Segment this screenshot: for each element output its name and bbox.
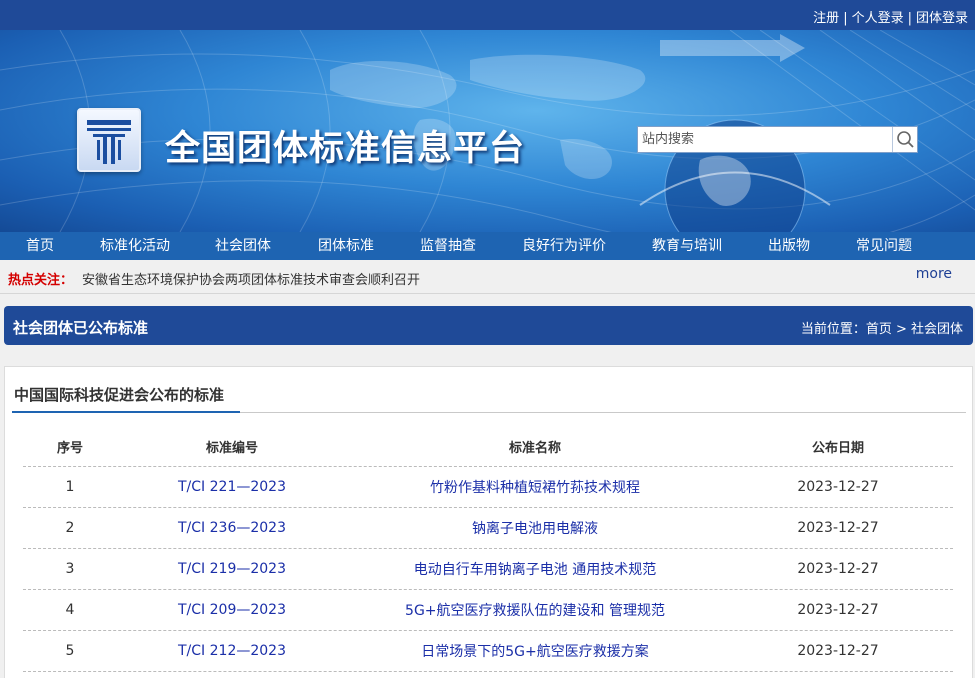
group-login-link[interactable]: 团体登录: [916, 11, 968, 26]
table-row: 4 T/CI 209—2023 5G+航空医疗救援队伍的建设和 管理规范 202…: [23, 590, 953, 631]
section-title: 社会团体已公布标准: [13, 319, 149, 337]
standard-name-link[interactable]: 电动自行车用钠离子电池 通用技术规范: [347, 549, 723, 589]
row-number: 2: [65, 520, 75, 536]
publish-date: 2023-12-27: [797, 602, 879, 618]
table-row: 1 T/CI 221—2023 竹粉作基料种植短裙竹荪技术规程 2023-12-…: [23, 467, 953, 508]
header-banner: 全国团体标准信息平台: [0, 30, 975, 232]
panel-title-underline: [12, 411, 240, 413]
site-title: 全国团体标准信息平台: [165, 129, 526, 169]
search-input[interactable]: [638, 127, 893, 152]
table-row: 2 T/CI 236—2023 钠离子电池用电解液 2023-12-27: [23, 508, 953, 549]
header-date: 公布日期: [811, 441, 864, 456]
standard-name-link[interactable]: 钠离子电池用电解液: [347, 508, 723, 548]
standard-code-link[interactable]: T/CI 221—2023: [117, 467, 347, 507]
standards-panel: 中国国际科技促进会公布的标准 序号 标准编号 标准名称 公布日期 1 T/CI …: [4, 366, 973, 678]
standard-name-link[interactable]: 竹粉作基料种植短裙竹荪技术规程: [347, 467, 723, 507]
hot-topics-bar: 热点关注： 安徽省生态环境保护协会两项团体标准技术审查会顺利召开 more: [0, 260, 975, 294]
nav-item-supervision[interactable]: 监督抽查: [420, 232, 476, 260]
logo-t-icon: [87, 120, 131, 164]
row-number: 4: [65, 602, 75, 618]
nav-item-social-groups[interactable]: 社会团体: [215, 232, 271, 260]
panel-title: 中国国际科技促进会公布的标准: [14, 386, 225, 404]
header-code: 标准编号: [205, 441, 258, 456]
standard-code-link[interactable]: T/CI 212—2023: [117, 631, 347, 671]
standard-code-link[interactable]: T/CI 236—2023: [117, 508, 347, 548]
table-row: 3 T/CI 219—2023 电动自行车用钠离子电池 通用技术规范 2023-…: [23, 549, 953, 590]
breadcrumb: 当前位置：首页 > 社会团体: [800, 322, 963, 337]
publish-date: 2023-12-27: [797, 561, 879, 577]
register-link[interactable]: 注册: [813, 11, 839, 26]
row-number: 1: [65, 479, 75, 495]
publish-date: 2023-12-27: [797, 479, 879, 495]
standard-name-link[interactable]: 日常场景下的5G+航空医疗救援方案: [347, 631, 723, 671]
nav-item-home[interactable]: 首页: [26, 232, 54, 260]
table-row: 5 T/CI 212—2023 日常场景下的5G+航空医疗救援方案 2023-1…: [23, 631, 953, 672]
publish-date: 2023-12-27: [797, 520, 879, 536]
standard-code-link[interactable]: T/CI 209—2023: [117, 590, 347, 630]
section-header: 社会团体已公布标准 当前位置：首页 > 社会团体: [4, 306, 973, 345]
top-bar: 注册 | 个人登录 | 团体登录: [0, 0, 975, 30]
hot-topics-label: 热点关注：: [8, 273, 74, 288]
nav-item-faq[interactable]: 常见问题: [856, 232, 912, 260]
search-icon: [897, 131, 914, 148]
site-search: [637, 126, 918, 153]
header-no: 序号: [56, 441, 83, 456]
publish-date: 2023-12-27: [797, 643, 879, 659]
standard-code-link[interactable]: T/CI 219—2023: [117, 549, 347, 589]
row-number: 3: [65, 561, 75, 577]
standard-name-link[interactable]: 5G+航空医疗救援队伍的建设和 管理规范: [347, 590, 723, 630]
site-logo[interactable]: [77, 108, 141, 172]
hot-topic-link[interactable]: 安徽省生态环境保护协会两项团体标准技术审查会顺利召开: [82, 269, 420, 288]
table-header: 序号 标准编号 标准名称 公布日期: [23, 427, 953, 467]
account-links: 注册 | 个人登录 | 团体登录: [813, 11, 968, 26]
nav-item-publications[interactable]: 出版物: [768, 232, 810, 260]
standards-table: 序号 标准编号 标准名称 公布日期 1 T/CI 221—2023 竹粉作基料种…: [23, 427, 953, 672]
personal-login-link[interactable]: 个人登录: [852, 11, 904, 26]
nav-item-evaluation[interactable]: 良好行为评价: [522, 232, 606, 260]
more-link[interactable]: more: [916, 266, 952, 282]
row-number: 5: [65, 643, 75, 659]
nav-item-education[interactable]: 教育与培训: [652, 232, 722, 260]
main-nav: 首页 标准化活动 社会团体 团体标准 监督抽查 良好行为评价 教育与培训 出版物…: [0, 232, 975, 260]
header-name: 标准名称: [508, 441, 561, 456]
search-button[interactable]: [892, 127, 917, 152]
nav-item-standardization[interactable]: 标准化活动: [100, 232, 170, 260]
nav-item-group-standards[interactable]: 团体标准: [318, 232, 374, 260]
